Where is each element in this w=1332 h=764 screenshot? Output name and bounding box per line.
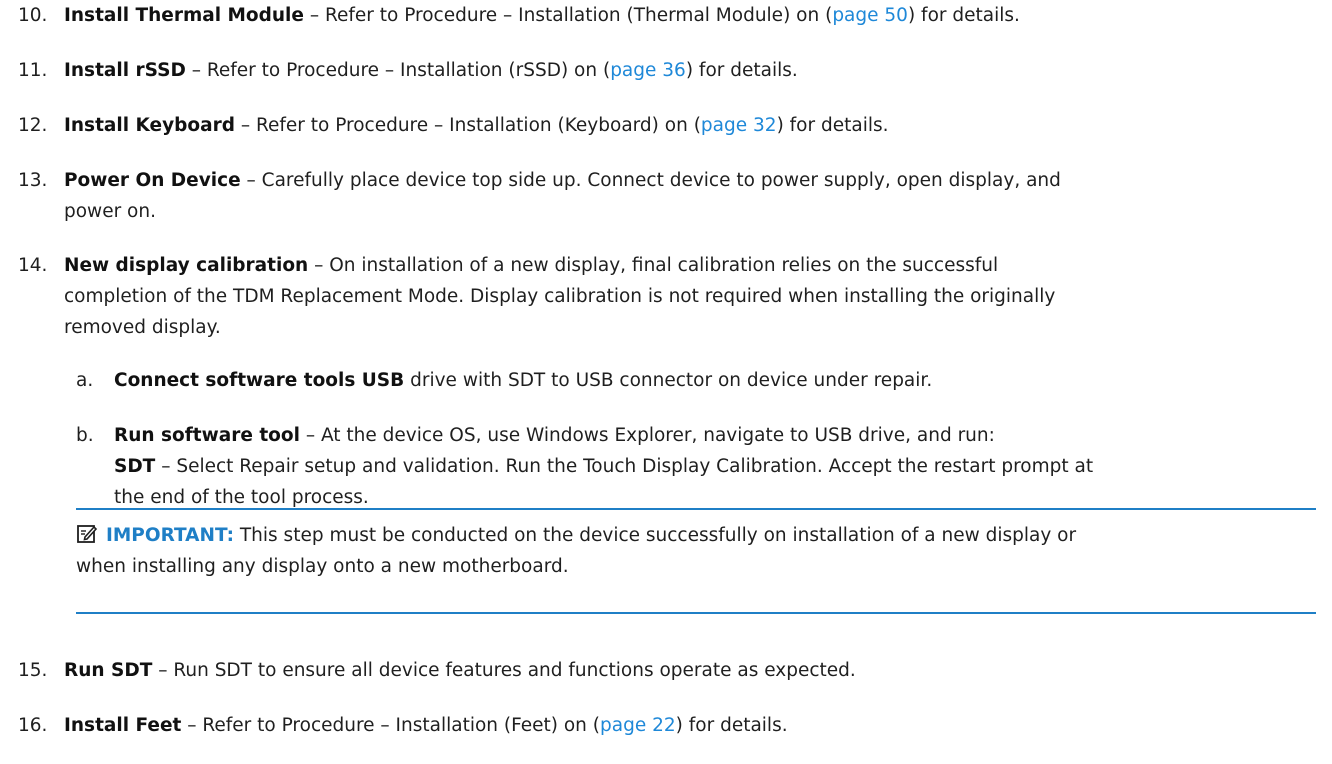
step-10: 10. Install Thermal Module – Refer to Pr… xyxy=(18,0,1318,31)
step-number: 13. xyxy=(18,170,48,191)
page-link[interactable]: page 32 xyxy=(701,115,777,136)
step-number: 11. xyxy=(18,60,48,81)
page-link[interactable]: page 36 xyxy=(610,60,686,81)
step-title: New display calibration xyxy=(64,255,309,276)
substep-text: – Select Repair setup and validation. Ru… xyxy=(155,456,1094,477)
substep-text: – At the device OS, use Windows Explorer… xyxy=(299,425,995,446)
note-edit-icon xyxy=(77,525,98,543)
substep-letter: a. xyxy=(76,370,94,391)
step-text: – On installation of a new display, fina… xyxy=(308,255,999,276)
step-text: – Refer to Procedure – Installation (rSS… xyxy=(185,60,611,81)
substep-text: the end of the tool process. xyxy=(114,487,369,508)
step-text: – Carefully place device top side up. Co… xyxy=(240,170,1061,191)
step-text-end: ) for details. xyxy=(776,115,889,136)
step-text: – Refer to Procedure – Installation (Key… xyxy=(234,115,701,136)
substep-text: drive with SDT to USB connector on devic… xyxy=(404,370,933,391)
step-title: Run SDT xyxy=(64,660,153,681)
document-page: 10. Install Thermal Module – Refer to Pr… xyxy=(0,0,1332,764)
note-text: when installing any display onto a new m… xyxy=(76,556,569,577)
step-number: 10. xyxy=(18,5,48,26)
step-text: power on. xyxy=(64,201,156,222)
step-text-end: ) for details. xyxy=(907,5,1020,26)
substep-b: b. Run software tool – At the device OS,… xyxy=(76,420,1318,513)
step-title: Install Thermal Module xyxy=(64,5,304,26)
step-text: – Run SDT to ensure all device features … xyxy=(152,660,856,681)
substep-a: a. Connect software tools USB drive with… xyxy=(76,365,1318,396)
sdt-label: SDT xyxy=(114,456,156,477)
step-text: – Refer to Procedure – Installation (Fee… xyxy=(181,715,601,736)
page-link[interactable]: page 22 xyxy=(600,715,676,736)
substep-letter: b. xyxy=(76,425,94,446)
page-link[interactable]: page 50 xyxy=(832,5,908,26)
step-text: completion of the TDM Replacement Mode. … xyxy=(64,286,1056,307)
step-text: removed display. xyxy=(64,317,221,338)
step-title: Install Keyboard xyxy=(64,115,235,136)
step-number: 16. xyxy=(18,715,48,736)
step-12: 12. Install Keyboard – Refer to Procedur… xyxy=(18,110,1318,141)
step-title: Power On Device xyxy=(64,170,241,191)
step-15: 15. Run SDT – Run SDT to ensure all devi… xyxy=(18,655,1318,686)
step-title: Install rSSD xyxy=(64,60,186,81)
note-label: IMPORTANT: xyxy=(106,525,234,546)
step-text: – Refer to Procedure – Installation (The… xyxy=(303,5,833,26)
step-number: 12. xyxy=(18,115,48,136)
important-note: IMPORTANT: This step must be conducted o… xyxy=(76,508,1316,614)
substep-title: Connect software tools USB xyxy=(114,370,405,391)
step-number: 15. xyxy=(18,660,48,681)
step-number: 14. xyxy=(18,255,48,276)
step-16: 16. Install Feet – Refer to Procedure – … xyxy=(18,710,1318,741)
step-title: Install Feet xyxy=(64,715,182,736)
step-11: 11. Install rSSD – Refer to Procedure – … xyxy=(18,55,1318,86)
step-13: 13. Power On Device – Carefully place de… xyxy=(18,165,1318,227)
step-text-end: ) for details. xyxy=(675,715,788,736)
substep-title: Run software tool xyxy=(114,425,300,446)
step-14: 14. New display calibration – On install… xyxy=(18,250,1318,343)
step-text-end: ) for details. xyxy=(685,60,798,81)
note-text: This step must be conducted on the devic… xyxy=(233,525,1077,546)
